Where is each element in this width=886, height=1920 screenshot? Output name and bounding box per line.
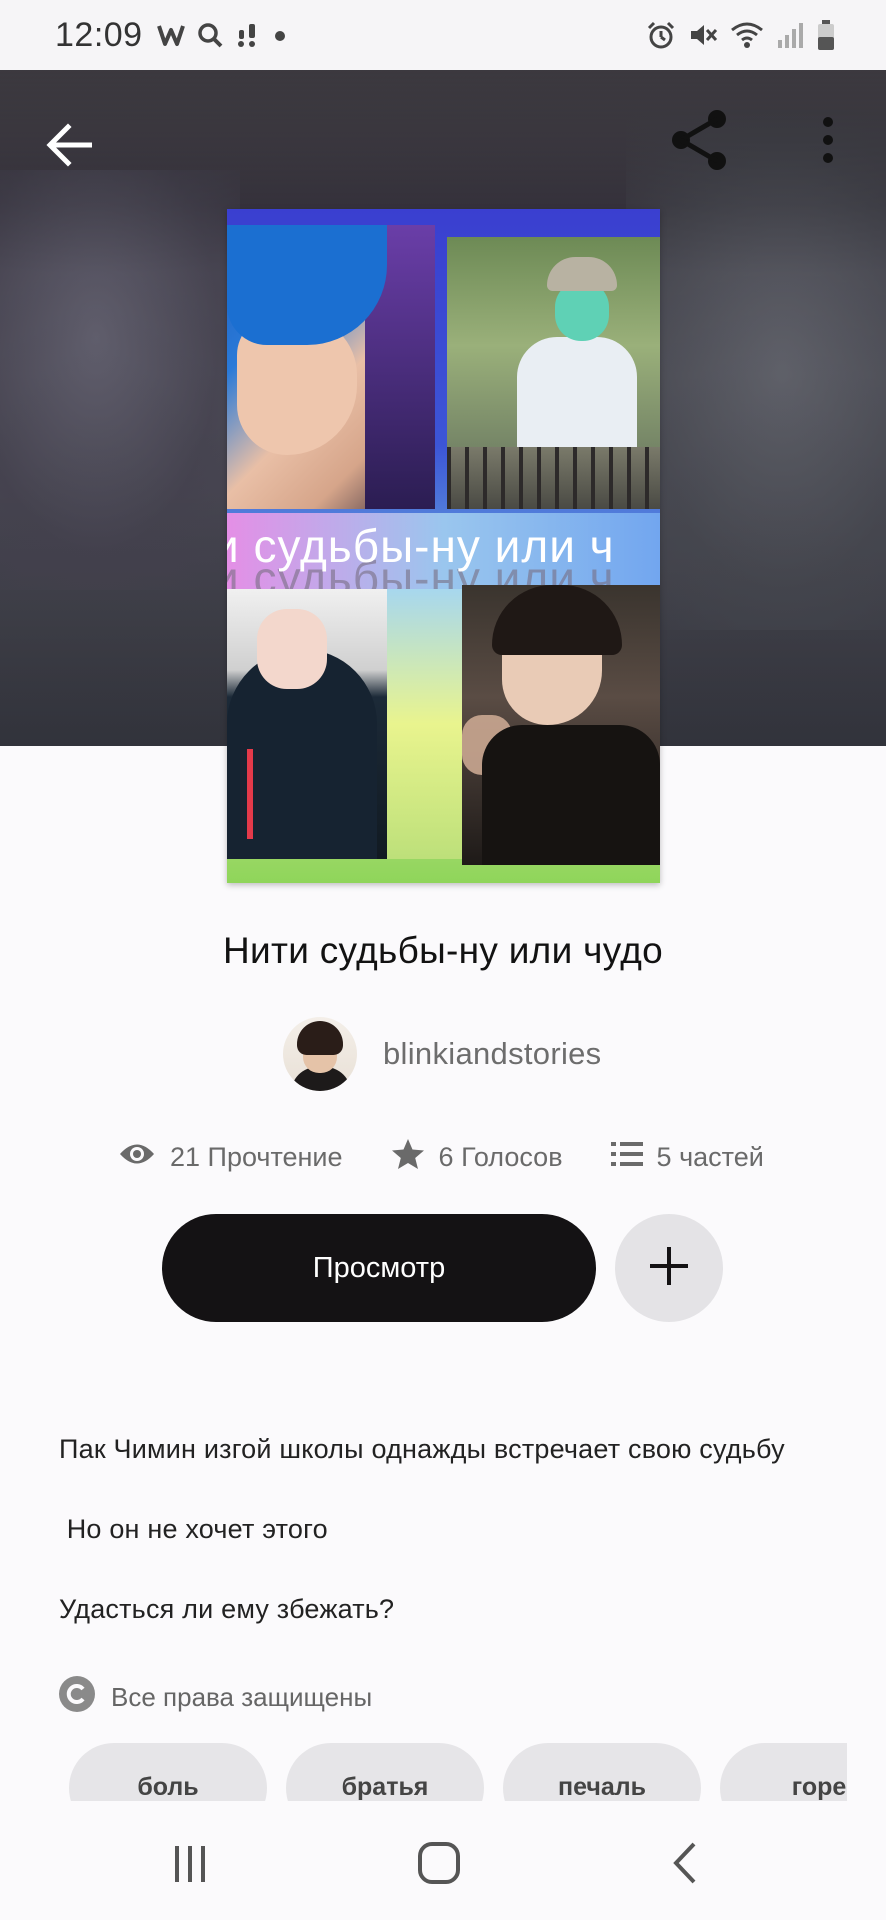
votes-stat: 6 Голосов (391, 1138, 563, 1177)
cover-photo-3 (227, 589, 387, 859)
more-vertical-icon (808, 117, 848, 178)
back-button[interactable] (40, 115, 100, 175)
author-avatar (283, 1017, 357, 1091)
star-icon (391, 1138, 425, 1177)
recent-apps-button[interactable] (155, 1828, 225, 1898)
read-button[interactable]: Просмотр (162, 1214, 596, 1322)
parts-count: 5 частей (656, 1141, 764, 1172)
add-to-library-button[interactable] (615, 1214, 723, 1322)
status-icons-left (156, 22, 287, 48)
copyright-label: Все права защищены (111, 1682, 373, 1712)
status-left: 12:09 (55, 16, 287, 55)
description-line-2: Но он не хочет этого (59, 1514, 328, 1544)
signal-icon (776, 20, 804, 50)
alarm-icon (646, 20, 676, 50)
back-icon (652, 1842, 722, 1902)
parts-stat[interactable]: 5 частей (610, 1140, 764, 1175)
copyright-notice: Все права защищены (59, 1676, 372, 1719)
w-app-icon (156, 22, 185, 48)
description-line-1: Пак Чимин изгой школы однажды встречает … (59, 1434, 785, 1464)
cover-gradient-strip (387, 589, 467, 859)
cover-photo-1 (227, 225, 435, 509)
description-line-3: Удасться ли ему збежать? (59, 1594, 395, 1624)
home-icon (404, 1842, 474, 1902)
search-icon (197, 22, 223, 48)
dot-icon (273, 22, 287, 48)
author-link[interactable]: blinkiandstories (283, 1016, 601, 1092)
read-button-label: Просмотр (312, 1251, 446, 1284)
tag-list: боль братья печаль горе (69, 1743, 847, 1801)
cover-photo-2 (447, 237, 660, 509)
mute-icon (688, 20, 718, 50)
tag-item[interactable]: горе (720, 1743, 847, 1801)
system-back-button[interactable] (652, 1828, 722, 1898)
home-button[interactable] (404, 1828, 474, 1898)
arrow-left-icon (40, 123, 100, 179)
more-options-button[interactable] (808, 110, 848, 174)
status-time: 12:09 (55, 15, 143, 54)
reads-count: 21 Прочтение (170, 1141, 343, 1172)
story-stats: 21 Прочтение 6 Голосов 5 частей (118, 1130, 764, 1184)
votes-count: 6 Голосов (438, 1141, 563, 1172)
share-button[interactable] (665, 105, 735, 175)
tag-item[interactable]: боль (69, 1743, 267, 1801)
book-cover[interactable]: и судьбы-ну или ч (227, 209, 660, 883)
battery-icon (816, 19, 836, 51)
status-right (646, 19, 836, 51)
status-bar: 12:09 (0, 0, 886, 70)
story-title: Нити судьбы-ну или чудо (222, 930, 664, 971)
author-name: blinkiandstories (383, 1036, 602, 1071)
recent-apps-icon (155, 1846, 225, 1902)
list-icon (610, 1140, 643, 1175)
eye-icon (118, 1141, 156, 1174)
tag-item[interactable]: братья (286, 1743, 484, 1801)
wifi-icon (730, 20, 764, 50)
plus-icon (647, 1244, 691, 1293)
cover-band-text: и судьбы-ну или ч (227, 520, 615, 572)
reads-stat: 21 Прочтение (118, 1141, 343, 1174)
system-navigation-bar (0, 1804, 886, 1920)
cover-title-band: и судьбы-ну или ч (227, 513, 660, 589)
tag-item[interactable]: печаль (503, 1743, 701, 1801)
share-icon (665, 110, 735, 179)
copyright-icon (59, 1676, 95, 1719)
cover-photo-4 (462, 585, 660, 865)
notification-icon (235, 22, 261, 48)
